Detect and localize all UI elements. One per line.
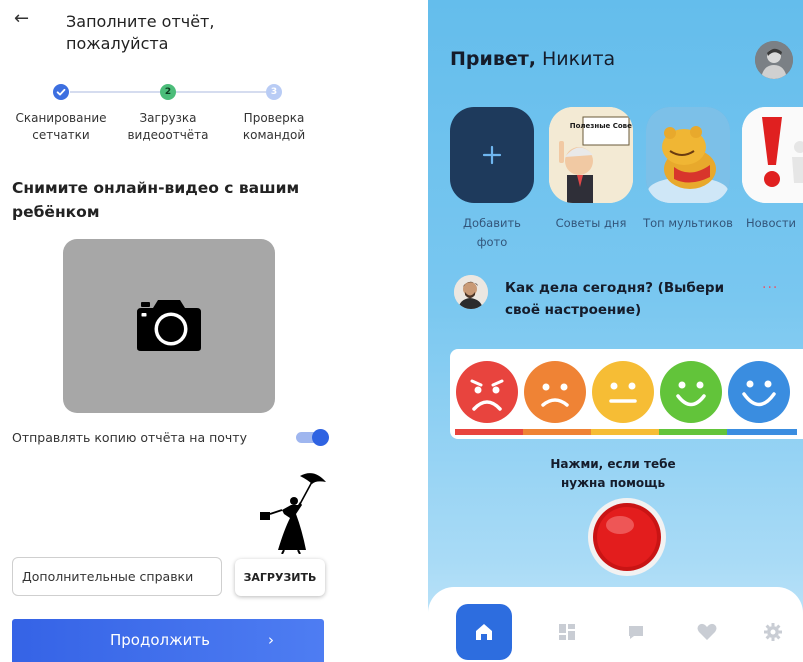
greeting-hello: Привет,	[450, 48, 536, 70]
story-news[interactable]	[742, 107, 803, 203]
extra-documents-input[interactable]: Дополнительные справки	[12, 557, 222, 596]
story-label-news: Новости	[746, 216, 796, 230]
greeting: Привет, Никита	[450, 48, 615, 70]
mood-very-happy-face[interactable]	[728, 361, 790, 423]
nav-home[interactable]	[456, 604, 512, 660]
cartoon-bear-image	[646, 107, 730, 203]
exclamation-image	[742, 107, 803, 203]
mood-bar-red	[455, 429, 523, 435]
section-title: Снимите онлайн-видео с вашим ребёнком	[12, 179, 300, 221]
mood-bar-green	[659, 429, 727, 435]
avatar[interactable]	[755, 41, 793, 79]
dashboard-icon[interactable]	[557, 622, 577, 642]
chevron-right-icon: ›	[268, 631, 274, 649]
story-label-add-photo: Добавить фото	[463, 216, 521, 249]
mood-happy-face[interactable]	[660, 361, 722, 423]
story-tips[interactable]: Полезные Советы	[549, 107, 633, 203]
toggle-knob	[312, 429, 329, 446]
story-label-tips: Советы дня	[555, 216, 627, 230]
umbrella-lady-silhouette	[260, 473, 326, 554]
plus-icon	[482, 145, 502, 165]
home-icon	[476, 624, 492, 640]
home-screen: Привет, Никита Полезные Советы	[428, 0, 803, 662]
gear-icon[interactable]	[763, 622, 783, 642]
upload-button[interactable]: ЗАГРУЗИТЬ	[235, 559, 325, 596]
mood-bar-orange	[523, 429, 591, 435]
help-prompt: Нажми, если тебе нужна помощь	[550, 457, 676, 490]
continue-label: Продолжить	[110, 631, 210, 649]
step-1-label: Сканирование сетчатки	[15, 111, 107, 142]
story-add-photo[interactable]	[450, 107, 534, 203]
camera-icon	[137, 300, 201, 351]
assistant-avatar	[454, 275, 488, 309]
report-screen: ← Заполните отчёт, пожалуйста 2 3 Сканир…	[0, 0, 330, 662]
mood-bar-yellow	[591, 429, 659, 435]
tips-image: Полезные Советы	[549, 107, 633, 203]
step-3-badge: 3	[266, 84, 282, 100]
step-connector	[176, 91, 266, 93]
page-title: Заполните отчёт, пожалуйста	[66, 12, 215, 53]
mood-question: Как дела сегодня? (Выбери своё настроени…	[505, 280, 725, 318]
story-top-cartoons[interactable]	[646, 107, 730, 203]
video-capture-area[interactable]	[63, 239, 275, 413]
step-2-label: Загрузка видеоотчёта	[127, 111, 209, 142]
back-arrow-icon[interactable]: ←	[14, 10, 29, 28]
mood-angry-face[interactable]	[456, 361, 518, 423]
email-copy-label: Отправлять копию отчёта на почту	[12, 430, 247, 445]
user-name: Никита	[542, 48, 616, 70]
mood-neutral-face[interactable]	[592, 361, 654, 423]
step-2-badge: 2	[160, 84, 176, 100]
mood-sad-face[interactable]	[524, 361, 586, 423]
step-connector	[70, 91, 160, 93]
story-label-top-cartoons: Топ мультиков	[643, 216, 733, 230]
continue-button[interactable]: Продолжить ›	[12, 619, 324, 662]
mood-bar-blue	[727, 429, 797, 435]
more-options-icon[interactable]: ···	[762, 280, 778, 296]
heart-icon[interactable]	[696, 622, 718, 642]
step-1-check-icon	[53, 84, 69, 100]
email-copy-toggle[interactable]	[296, 429, 330, 446]
chat-icon[interactable]	[626, 622, 646, 642]
panic-button[interactable]	[587, 497, 667, 577]
step-3-label: Проверка командой	[242, 111, 306, 142]
tips-image-text-1: Полезные Советы	[570, 122, 633, 130]
mood-selector	[450, 349, 803, 439]
bottom-nav	[428, 587, 803, 662]
